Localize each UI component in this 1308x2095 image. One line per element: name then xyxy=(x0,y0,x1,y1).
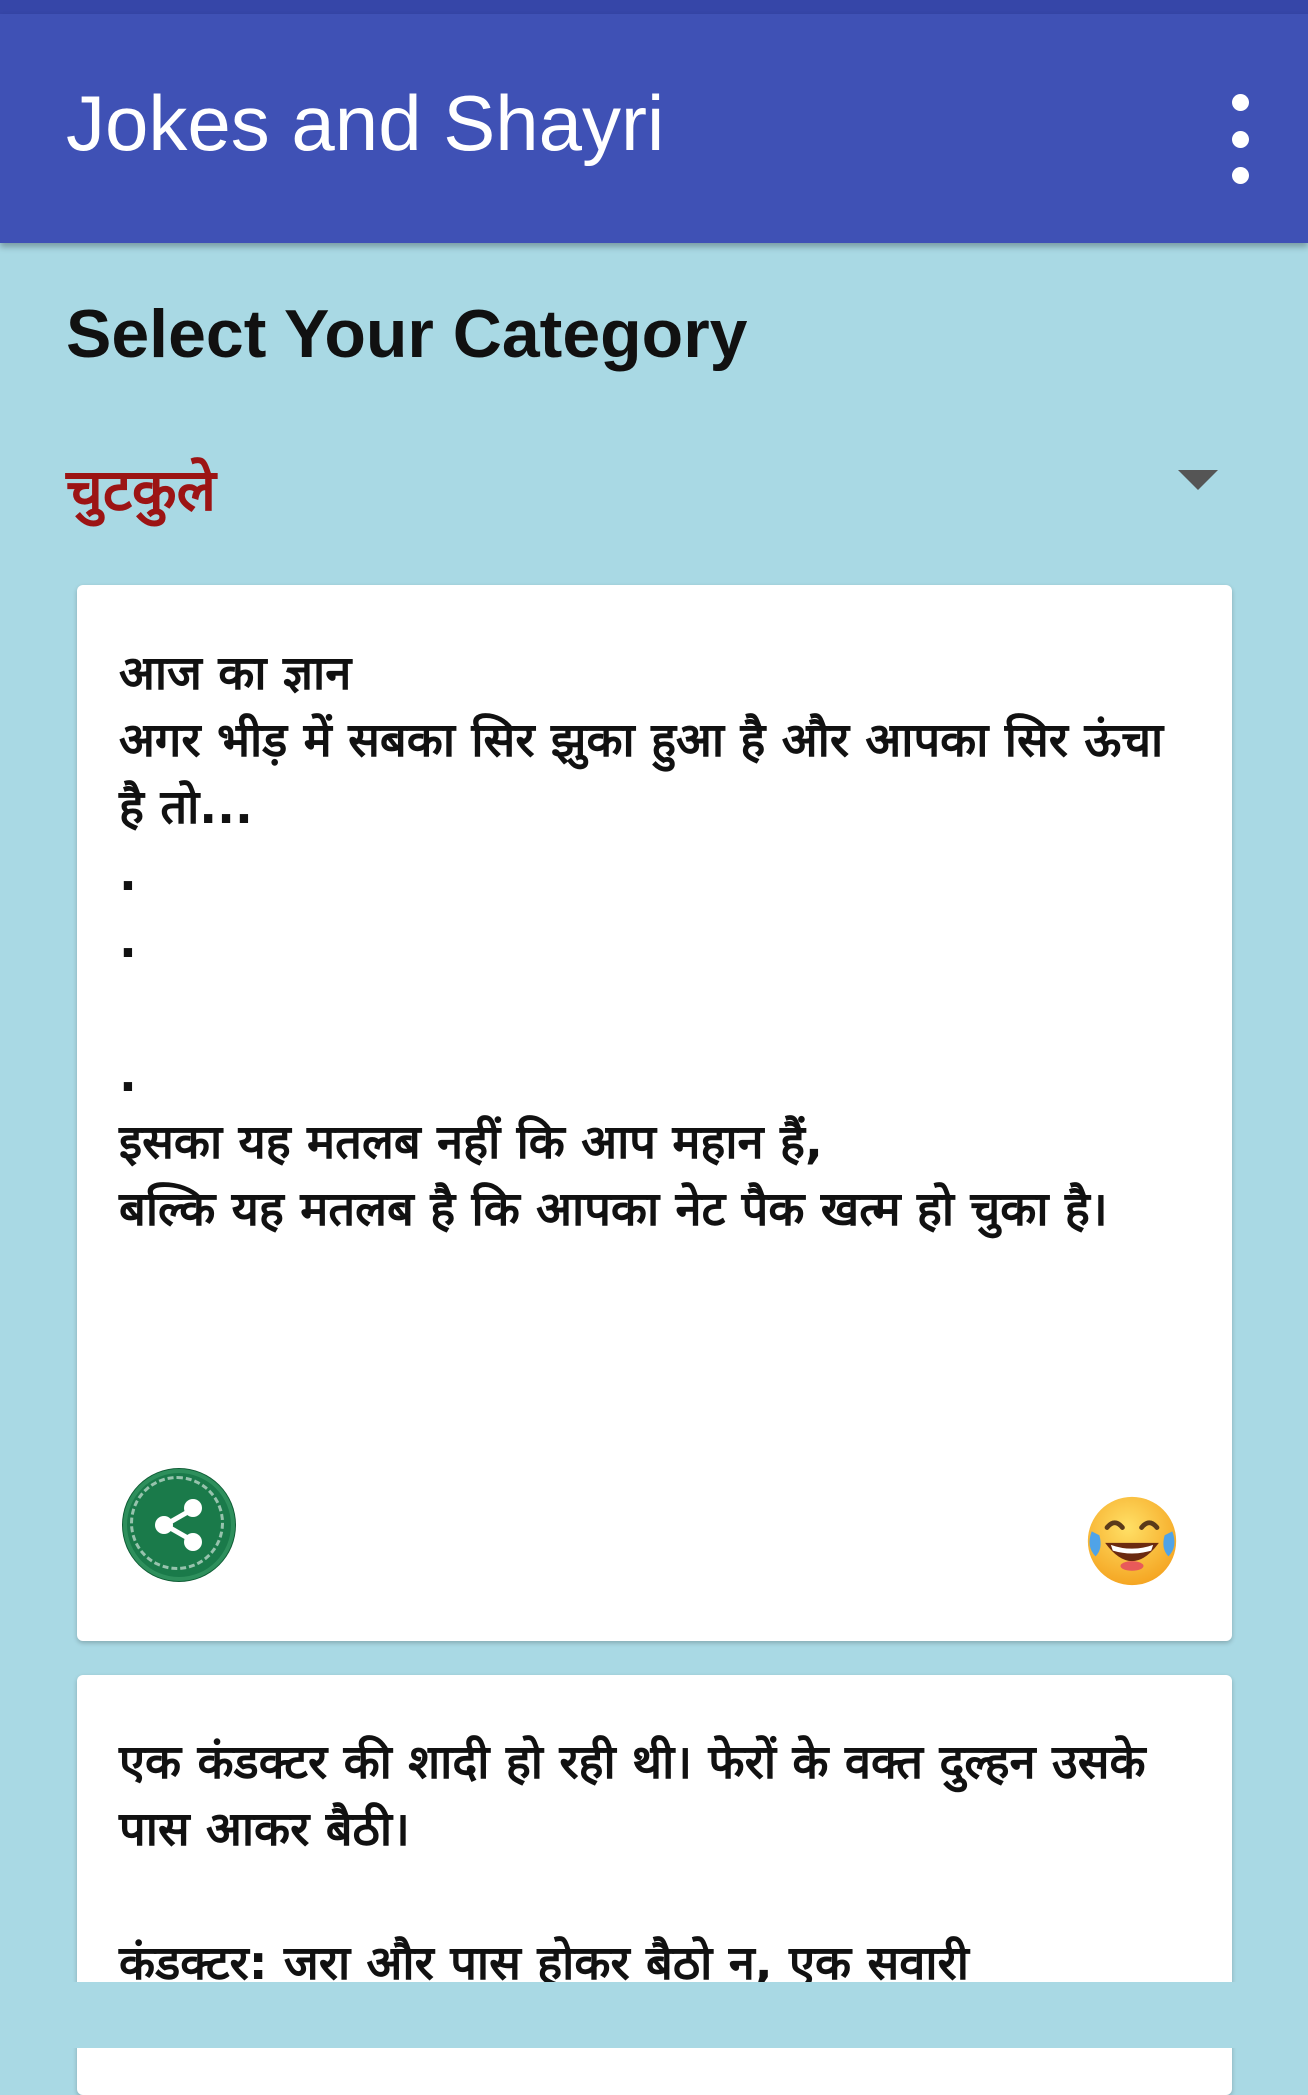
app-title: Jokes and Shayri xyxy=(66,79,665,167)
laughing-emoji-icon[interactable] xyxy=(1084,1493,1180,1589)
share-icon xyxy=(155,1499,202,1551)
overflow-menu-icon[interactable] xyxy=(1212,94,1268,184)
menu-dot xyxy=(1231,130,1249,148)
dropdown-arrow-icon xyxy=(1178,470,1218,490)
menu-dot xyxy=(1231,167,1249,184)
joke-text: आज का ज्ञान अगर भीड़ में सबका सिर झुका ह… xyxy=(119,646,1164,1237)
joke-card: आज का ज्ञान अगर भीड़ में सबका सिर झुका ह… xyxy=(77,585,1232,1641)
category-dropdown[interactable]: चुटकुले xyxy=(40,430,1270,530)
joke-text: एक कंडक्टर की शादी हो रही थी। फेरों के व… xyxy=(119,1735,1146,1991)
share-button[interactable] xyxy=(123,1469,235,1581)
menu-dot xyxy=(1231,94,1249,111)
section-heading: Select Your Category xyxy=(66,296,748,372)
app-bar: Jokes and Shayri xyxy=(0,14,1308,243)
status-bar xyxy=(0,0,1308,14)
bottom-background-strip xyxy=(0,1982,1308,2048)
selected-category: चुटकुले xyxy=(66,456,216,524)
